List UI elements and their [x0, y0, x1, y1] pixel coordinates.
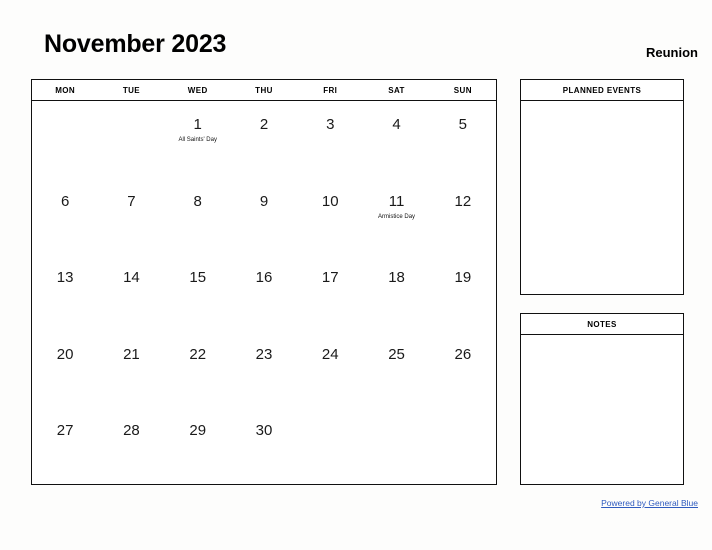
planned-events-panel: PLANNED EVENTS: [520, 79, 684, 295]
day-number: 2: [259, 116, 269, 133]
day-event-label: Armistice Day: [378, 213, 416, 220]
day-cell[interactable]: 30: [231, 407, 297, 484]
day-number: 12: [454, 192, 472, 210]
day-number: 10: [321, 192, 339, 210]
day-cell[interactable]: 24: [297, 331, 363, 408]
day-cell-empty: [98, 101, 164, 178]
weekday-header-mon: MON: [55, 85, 76, 95]
day-cell[interactable]: 18: [363, 254, 429, 331]
day-cell[interactable]: 5: [430, 101, 496, 178]
day-number: 3: [326, 116, 335, 133]
day-number: 15: [189, 269, 207, 287]
calendar-week-row: 1 All Saints' Day 2 3 4 5: [32, 101, 496, 178]
day-cell[interactable]: 15: [165, 254, 231, 331]
page-header: November 2023 Reunion: [0, 0, 712, 79]
day-cell[interactable]: 12: [430, 178, 496, 255]
day-cell[interactable]: 26: [430, 331, 496, 408]
planned-events-title: PLANNED EVENTS: [521, 80, 683, 101]
day-cell[interactable]: 25: [363, 331, 429, 408]
day-cell[interactable]: 16: [231, 254, 297, 331]
page-title: November 2023: [44, 30, 227, 58]
day-cell[interactable]: 13: [32, 254, 98, 331]
notes-panel: NOTES: [520, 313, 684, 485]
weekday-header-fri: FRI: [323, 85, 338, 95]
day-cell[interactable]: 3: [297, 101, 363, 178]
day-number: 4: [392, 116, 401, 133]
day-number: 26: [454, 345, 472, 363]
planned-events-body[interactable]: [521, 101, 683, 294]
day-number: 6: [60, 192, 70, 210]
day-number: 20: [56, 345, 74, 363]
day-cell[interactable]: 20: [32, 331, 98, 408]
day-cell[interactable]: 11 Armistice Day: [363, 178, 429, 255]
day-number: 9: [259, 192, 269, 210]
day-cell[interactable]: 29: [165, 407, 231, 484]
day-cell[interactable]: 22: [165, 331, 231, 408]
region-label: Reunion: [646, 45, 698, 60]
day-cell[interactable]: 21: [98, 331, 164, 408]
day-cell[interactable]: 8: [165, 178, 231, 255]
day-cell[interactable]: 9: [231, 178, 297, 255]
weekday-header-wed: WED: [187, 85, 208, 95]
day-number: 22: [189, 345, 207, 363]
day-number: 24: [321, 345, 339, 363]
weekday-header-row: MON TUE WED THU FRI SAT SUN: [32, 80, 496, 101]
weekday-header-sun: SUN: [453, 85, 472, 95]
day-event-label: All Saints' Day: [178, 137, 217, 143]
day-cell[interactable]: 10: [297, 178, 363, 255]
day-cell[interactable]: 4: [363, 101, 429, 178]
day-number: 19: [454, 269, 472, 287]
weekday-header-tue: TUE: [122, 85, 141, 95]
notes-title: NOTES: [521, 314, 683, 335]
day-number: 13: [56, 269, 74, 287]
day-number: 5: [458, 116, 467, 133]
day-number: 27: [56, 422, 74, 440]
day-number: 7: [127, 192, 136, 210]
day-cell[interactable]: 19: [430, 254, 496, 331]
day-number: 30: [255, 422, 273, 440]
day-cell[interactable]: 1 All Saints' Day: [165, 101, 231, 178]
day-cell[interactable]: 6: [32, 178, 98, 255]
day-cell[interactable]: 14: [98, 254, 164, 331]
weekday-header-sat: SAT: [388, 85, 405, 95]
day-cell-empty: [430, 407, 496, 484]
day-number: 8: [193, 192, 202, 210]
calendar-week-row: 27 28 29 30: [32, 407, 496, 484]
day-cell[interactable]: 23: [231, 331, 297, 408]
day-number: 18: [388, 269, 405, 287]
calendar-grid: MON TUE WED THU FRI SAT SUN 1 All Saints' Day 2 3…: [31, 79, 497, 485]
day-number: 25: [388, 345, 405, 363]
day-cell-empty: [32, 101, 98, 178]
day-number: 23: [255, 345, 273, 363]
day-cell[interactable]: 17: [297, 254, 363, 331]
day-cell-empty: [363, 407, 429, 484]
day-cell[interactable]: 7: [98, 178, 164, 255]
day-cell[interactable]: 2: [231, 101, 297, 178]
day-number: 14: [123, 269, 140, 287]
day-cell-empty: [297, 407, 363, 484]
day-number: 21: [123, 345, 140, 363]
day-number: 29: [189, 422, 207, 440]
day-number: 28: [123, 422, 140, 440]
calendar-weeks: 1 All Saints' Day 2 3 4 5 6 7 8 9 10 11 Armistice Da…: [32, 101, 496, 484]
day-number: 17: [321, 269, 339, 287]
weekday-header-thu: THU: [255, 85, 273, 95]
day-cell[interactable]: 27: [32, 407, 98, 484]
powered-by-link[interactable]: Powered by General Blue: [601, 498, 698, 508]
calendar-week-row: 13 14 15 16 17 18 19: [32, 254, 496, 331]
day-number: 1: [193, 116, 202, 133]
day-number: 16: [255, 269, 273, 287]
notes-body[interactable]: [521, 335, 683, 484]
calendar-week-row: 20 21 22 23 24 25 26: [32, 331, 496, 408]
day-number: 11: [388, 192, 405, 210]
day-cell[interactable]: 28: [98, 407, 164, 484]
calendar-week-row: 6 7 8 9 10 11 Armistice Day 12: [32, 178, 496, 255]
